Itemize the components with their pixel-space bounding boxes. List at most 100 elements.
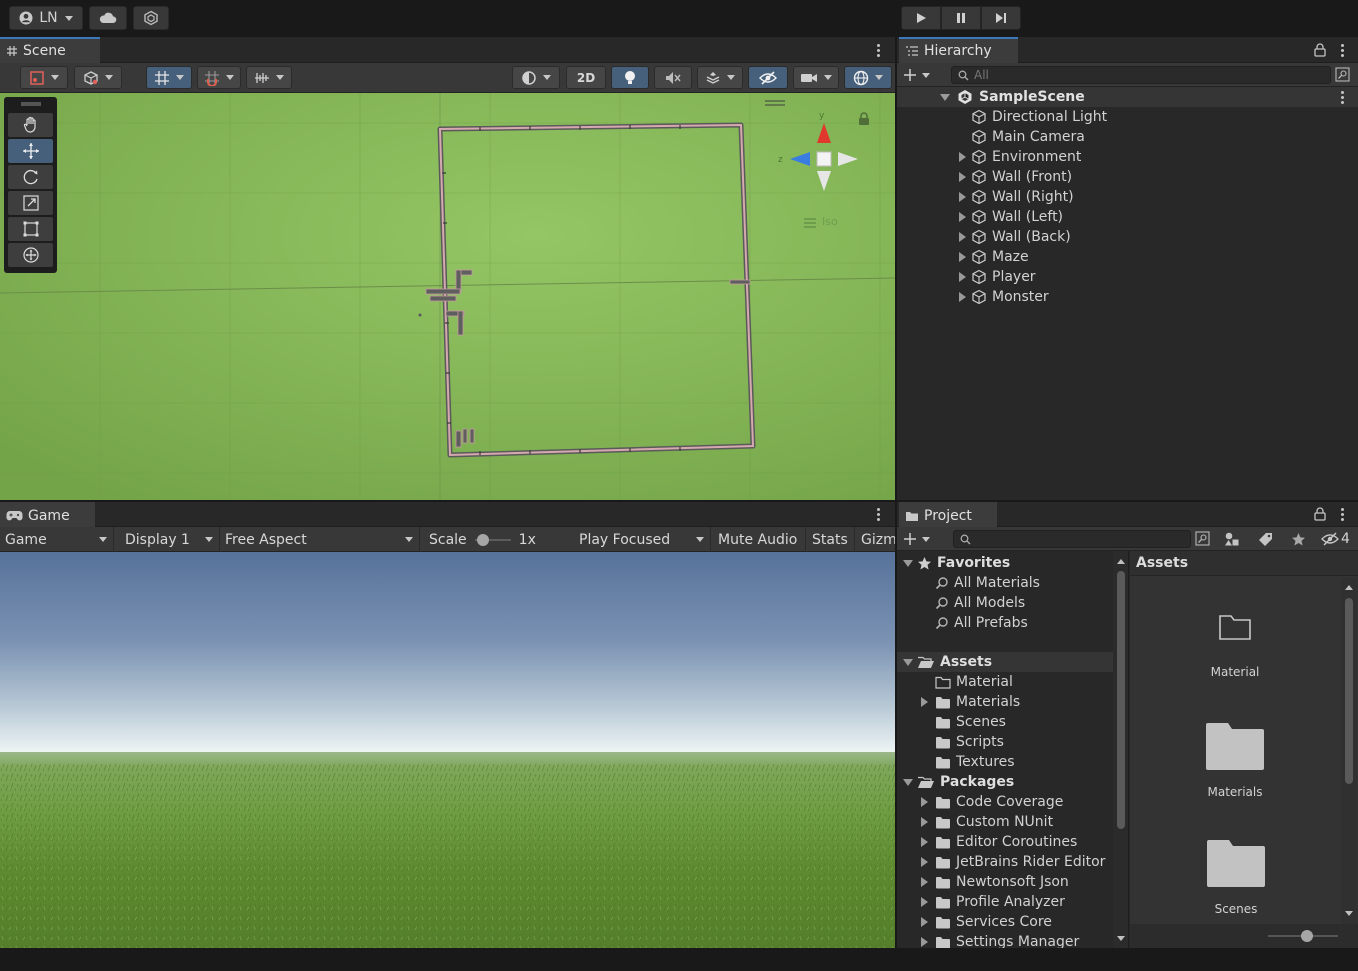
project-search-options-button[interactable] [1195,531,1211,547]
fold-open-icon[interactable] [903,559,913,567]
pause-button[interactable] [941,6,981,30]
fold-open-icon[interactable] [940,93,950,101]
cloud-button[interactable] [89,6,127,30]
asset-folder-materials[interactable]: Materials [1175,721,1295,799]
tree-package-folder[interactable]: Newtonsoft Json [897,872,1113,892]
hierarchy-item[interactable]: Wall (Left) [897,207,1358,227]
filter-by-type-button[interactable] [1222,530,1242,548]
aspect-select[interactable]: Free Aspect [220,527,420,552]
hierarchy-item[interactable]: Wall (Front) [897,167,1358,187]
fold-closed-icon[interactable] [959,152,966,162]
tab-project[interactable]: Project [899,502,997,527]
fold-closed-icon[interactable] [921,917,928,927]
game-view-select[interactable]: Game [0,527,114,552]
overlay-menu-icon[interactable] [764,99,786,109]
lock-icon[interactable] [1314,507,1326,521]
tab-game[interactable]: Game [0,502,95,527]
2d-toggle[interactable]: 2D [566,66,606,89]
game-gizmos-toggle[interactable]: Gizmos [856,527,895,552]
scroll-up-icon[interactable] [1344,584,1354,590]
gizmos-dropdown[interactable] [844,66,892,89]
transform-tool-button[interactable] [8,243,53,267]
tree-assets-folder[interactable]: Textures [897,752,1113,772]
scroll-down-icon[interactable] [1116,936,1126,942]
filter-by-label-button[interactable] [1255,530,1275,548]
move-tool-button[interactable] [8,139,53,163]
tree-package-folder[interactable]: Settings Manager [897,932,1113,948]
lighting-toggle[interactable] [611,66,649,89]
render-mode-dropdown[interactable] [74,66,122,89]
snap-increment-dropdown[interactable] [197,66,241,89]
fold-closed-icon[interactable] [959,212,966,222]
project-search-input[interactable] [953,530,1191,548]
hierarchy-item[interactable]: Environment [897,147,1358,167]
shading-mode-dropdown[interactable] [512,66,560,89]
hierarchy-item[interactable]: Main Camera [897,127,1358,147]
asset-folder-material[interactable]: Material [1175,613,1295,679]
tree-assets-folder[interactable]: Material [897,672,1113,692]
fold-closed-icon[interactable] [959,192,966,202]
tree-assets-folder[interactable]: Materials [897,692,1113,712]
tree-favorite-item[interactable]: All Materials [897,573,1113,593]
tree-package-folder[interactable]: Code Coverage [897,792,1113,812]
account-dropdown[interactable]: LN [9,6,83,30]
search-options-button[interactable] [1335,67,1351,83]
scene-row-menu-button[interactable] [1335,89,1349,105]
fold-closed-icon[interactable] [921,697,928,707]
hierarchy-item[interactable]: Monster [897,287,1358,307]
step-button[interactable] [981,6,1021,30]
tree-package-folder[interactable]: Editor Coroutines [897,832,1113,852]
collab-button[interactable] [133,6,169,30]
tree-favorites[interactable]: Favorites [897,553,1113,573]
tree-assets-folder[interactable]: Scripts [897,732,1113,752]
hierarchy-item[interactable]: Directional Light [897,107,1358,127]
scene-viewport[interactable]: y z Iso [0,93,895,500]
hidden-packages-toggle[interactable]: 4 [1321,530,1357,548]
fold-closed-icon[interactable] [921,817,928,827]
save-search-button[interactable] [1288,530,1308,548]
scale-slider[interactable] [474,533,511,546]
hierarchy-item[interactable]: Wall (Back) [897,227,1358,247]
hierarchy-scene-row[interactable]: SampleScene [897,87,1358,107]
scale-tool-button[interactable] [8,191,53,215]
rotate-tool-button[interactable] [8,165,53,189]
fold-closed-icon[interactable] [959,272,966,282]
mute-audio-toggle[interactable]: Mute Audio [713,527,806,552]
fold-closed-icon[interactable] [959,252,966,262]
icon-size-slider-thumb[interactable] [1301,930,1313,942]
tree-package-folder[interactable]: Custom NUnit [897,812,1113,832]
asset-folder-scenes[interactable]: Scenes [1176,838,1296,916]
tree-scrollbar[interactable] [1113,551,1128,948]
tree-package-folder[interactable]: Services Core [897,912,1113,932]
hierarchy-item[interactable]: Player [897,267,1358,287]
fold-closed-icon[interactable] [921,897,928,907]
fold-closed-icon[interactable] [921,797,928,807]
hierarchy-menu-button[interactable] [1335,42,1349,58]
tree-favorite-item[interactable]: All Models [897,593,1113,613]
tree-assets[interactable]: Assets [897,652,1113,672]
display-select[interactable]: Display 1 [120,527,220,552]
tree-assets-folder[interactable]: Scenes [897,712,1113,732]
tab-scene[interactable]: Scene [0,37,100,63]
fold-closed-icon[interactable] [959,292,966,302]
project-create-dropdown[interactable] [903,530,939,548]
tree-packages[interactable]: Packages [897,772,1113,792]
hand-tool-button[interactable] [8,113,53,137]
tab-hierarchy[interactable]: Hierarchy [899,37,1018,63]
scroll-up-icon[interactable] [1116,558,1126,564]
audio-toggle[interactable] [654,66,692,89]
scale-slider-thumb[interactable] [476,533,489,546]
stats-toggle[interactable]: Stats [807,527,855,552]
scroll-down-icon[interactable] [1344,911,1354,917]
project-menu-button[interactable] [1335,506,1349,522]
tool-palette-handle[interactable] [8,100,53,108]
hierarchy-search-input[interactable]: All [951,66,1331,84]
fold-open-icon[interactable] [903,658,913,666]
draw-mode-dropdown[interactable] [20,66,68,89]
game-view[interactable] [0,552,895,948]
lock-icon[interactable] [1314,43,1326,57]
tree-favorite-item[interactable]: All Prefabs [897,613,1113,633]
play-mode-select[interactable]: Play Focused [574,527,711,552]
tree-package-folder[interactable]: Profile Analyzer [897,892,1113,912]
rect-tool-button[interactable] [8,217,53,241]
